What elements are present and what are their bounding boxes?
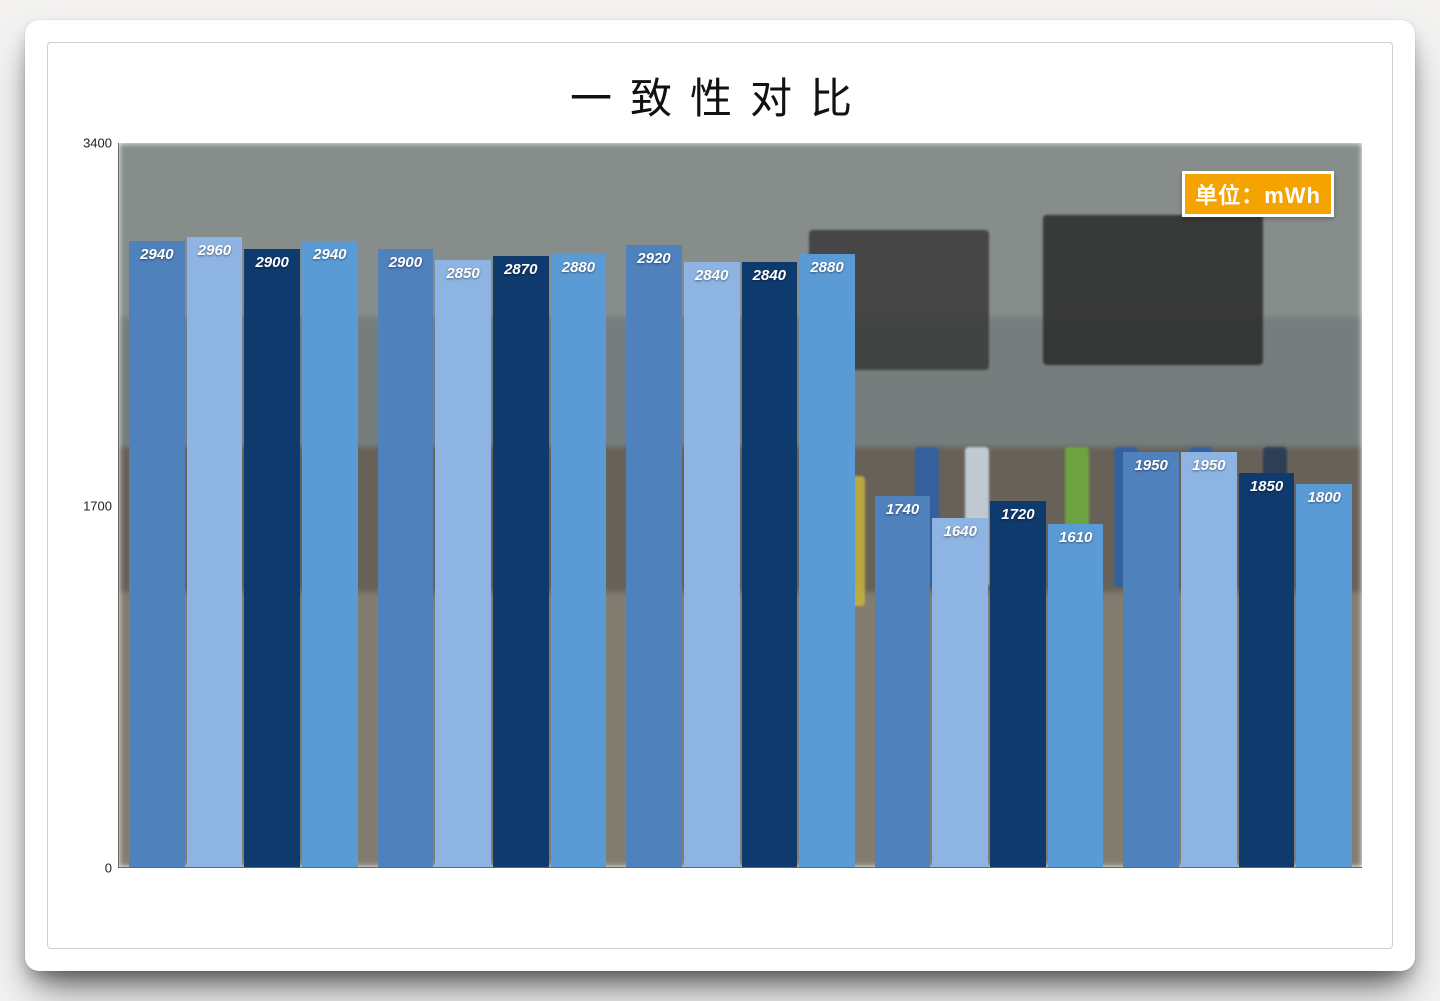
- plot-area: 单位：mWh 2940296029002940南孚290028502870288…: [118, 143, 1362, 868]
- bar-value-label: 1850: [1250, 478, 1283, 495]
- bar-value-label: 2880: [810, 259, 843, 276]
- bar-groups: 2940296029002940南孚2900285028702880品胜2920…: [119, 143, 1362, 867]
- bar-cluster: 2900 2850 2870 2880: [378, 143, 607, 867]
- bar-cluster: 2920 2840 2840 2880: [626, 143, 855, 867]
- bar: 2900: [244, 249, 300, 867]
- bar-value-label: 2900: [389, 254, 422, 271]
- bar: 2900: [378, 249, 434, 867]
- y-axis-tick: 3400: [68, 136, 112, 151]
- bar-value-label: 1800: [1308, 489, 1341, 506]
- window-card: 一致性对比 0 1700 3400: [25, 20, 1415, 971]
- bar-value-label: 2920: [637, 250, 670, 267]
- bar-value-label: 1740: [886, 501, 919, 518]
- bar: 2880: [551, 254, 607, 867]
- bar-value-label: 2840: [695, 267, 728, 284]
- bar-cluster: 1950 1950 1850 1800: [1123, 143, 1352, 867]
- bar-value-label: 1640: [944, 523, 977, 540]
- bar-value-label: 2840: [753, 267, 786, 284]
- bar: 1640: [932, 518, 988, 867]
- bar: 2920: [626, 245, 682, 867]
- bar-value-label: 2900: [255, 254, 288, 271]
- bar-value-label: 1950: [1134, 457, 1167, 474]
- bar: 1850: [1239, 473, 1295, 867]
- bar: 1800: [1296, 484, 1352, 867]
- bar: 2850: [435, 260, 491, 867]
- bar-group: 1740164017201610德力普: [865, 143, 1114, 867]
- y-axis-tick: 1700: [68, 498, 112, 513]
- bar-value-label: 1950: [1192, 457, 1225, 474]
- y-axis-tick: 0: [68, 861, 112, 876]
- bar-value-label: 2870: [504, 261, 537, 278]
- bar: 1720: [990, 501, 1046, 867]
- chart-plot: 017003400 单位：mWh 294029602: [118, 143, 1362, 868]
- chart-title: 一致性对比: [48, 65, 1392, 126]
- bar-value-label: 2960: [198, 242, 231, 259]
- bar: 2870: [493, 256, 549, 867]
- bar-cluster: 1740 1640 1720 1610: [875, 143, 1104, 867]
- bar-value-label: 2850: [446, 265, 479, 282]
- bar-group: 2940296029002940南孚: [119, 143, 368, 867]
- bar: 2960: [187, 237, 243, 867]
- bar: 2880: [799, 254, 855, 867]
- bar: 2840: [742, 262, 798, 867]
- bar-cluster: 2940 2960 2900 2940: [129, 143, 358, 867]
- bar-group: 1950195018501800倍量: [1113, 143, 1362, 867]
- bar: 1740: [875, 496, 931, 867]
- bar-value-label: 1610: [1059, 529, 1092, 546]
- bar-group: 2900285028702880品胜: [368, 143, 617, 867]
- bar: 1610: [1048, 524, 1104, 867]
- bar-value-label: 2940: [140, 246, 173, 263]
- bar-value-label: 2940: [313, 246, 346, 263]
- bar: 1950: [1181, 452, 1237, 867]
- chart-card: 一致性对比 0 1700 3400: [47, 42, 1393, 949]
- bar: 2840: [684, 262, 740, 867]
- bar-value-label: 2880: [562, 259, 595, 276]
- bar-group: 2920284028402880京造: [616, 143, 865, 867]
- bar: 2940: [302, 241, 358, 867]
- bar-value-label: 1720: [1001, 506, 1034, 523]
- bar: 2940: [129, 241, 185, 867]
- bar: 1950: [1123, 452, 1179, 867]
